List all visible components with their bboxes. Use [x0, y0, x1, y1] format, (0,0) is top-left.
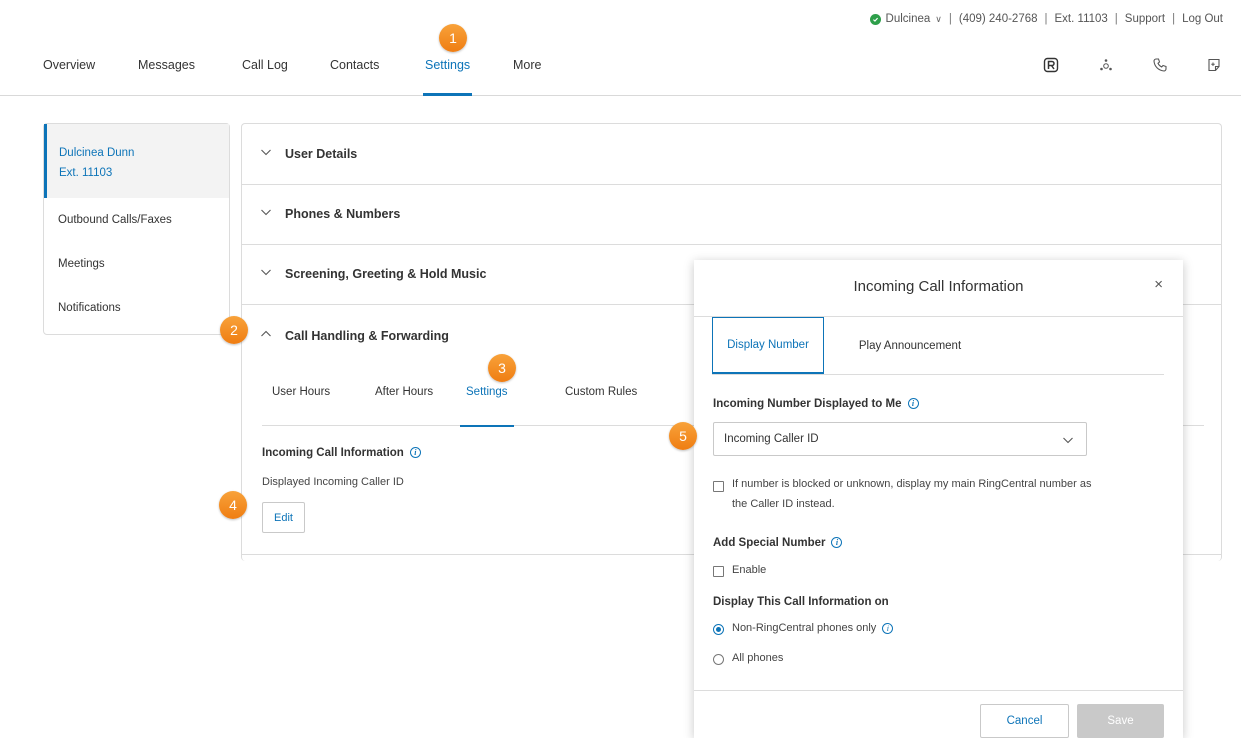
annotation-badge-3: 3 [488, 354, 516, 382]
info-icon[interactable]: i [907, 398, 919, 410]
tab-after-hours[interactable]: After Hours [375, 386, 433, 426]
save-button[interactable]: Save [1077, 704, 1164, 738]
tab-settings[interactable]: Settings [460, 386, 514, 427]
cancel-button[interactable]: Cancel [980, 704, 1069, 738]
separator: | [1114, 13, 1118, 25]
sidebar-item-outbound-calls[interactable]: Outbound Calls/Faxes [44, 198, 229, 242]
chevron-down-icon [261, 269, 271, 276]
enable-label: Enable [732, 564, 767, 576]
annotation-badge-2: 2 [220, 316, 248, 344]
tab-display-number[interactable]: Display Number [712, 317, 824, 374]
sidebar-item-user[interactable]: Dulcinea Dunn Ext. 11103 [44, 124, 229, 198]
sidebar-user-ext: Ext. 11103 [59, 167, 113, 179]
integrations-icon[interactable] [1098, 57, 1114, 73]
radio-non-ringcentral-text: Non-RingCentral phones only [732, 622, 877, 634]
info-icon[interactable]: i [409, 447, 421, 459]
extension: Ext. 11103 [1054, 13, 1108, 25]
separator: | [1172, 13, 1176, 25]
nav-overview[interactable]: Overview [43, 58, 95, 94]
user-name: Dulcinea [885, 13, 931, 25]
ringcentral-app-icon[interactable] [1043, 57, 1059, 73]
nav-settings[interactable]: Settings [422, 58, 473, 96]
info-icon[interactable]: i [831, 537, 843, 549]
modal-title: Incoming Call Information [853, 278, 1024, 295]
incoming-number-label: Incoming Number Displayed to Me [713, 398, 902, 410]
nav-more[interactable]: More [513, 58, 541, 94]
logout-link[interactable]: Log Out [1182, 13, 1223, 25]
edit-button[interactable]: Edit [262, 502, 305, 533]
main-nav: Overview Messages Call Log Contacts Sett… [0, 48, 1241, 96]
blocked-number-checkbox[interactable] [713, 481, 724, 492]
incoming-number-select[interactable]: Incoming Caller ID [713, 422, 1087, 456]
section-title: Screening, Greeting & Hold Music [285, 267, 487, 281]
separator: | [1044, 13, 1048, 25]
status-check-icon [869, 13, 881, 25]
user-menu[interactable]: Dulcinea ∨ [886, 13, 942, 25]
chevron-down-icon [261, 149, 271, 156]
blocked-number-text-line-2: the Caller ID instead. [732, 498, 835, 510]
select-value: Incoming Caller ID [724, 433, 819, 445]
radio-all-phones-label: All phones [732, 652, 784, 664]
divider [712, 374, 1164, 375]
incoming-call-info-label: Incoming Call Information [262, 447, 404, 459]
tab-custom-rules[interactable]: Custom Rules [565, 386, 637, 426]
divider [694, 690, 1183, 691]
display-on-label: Display This Call Information on [713, 596, 889, 608]
nav-contacts[interactable]: Contacts [330, 58, 379, 94]
radio-non-ringcentral[interactable] [713, 624, 724, 635]
section-phones-numbers[interactable]: Phones & Numbers [242, 184, 1221, 245]
tab-play-announcement[interactable]: Play Announcement [840, 317, 980, 374]
section-title: User Details [285, 147, 358, 161]
incoming-call-info-value: Displayed Incoming Caller ID [262, 476, 404, 488]
nav-messages[interactable]: Messages [138, 58, 195, 94]
incoming-number-heading: Incoming Number Displayed to Me i [713, 398, 919, 410]
section-title: Phones & Numbers [285, 207, 401, 221]
annotation-badge-5: 5 [669, 422, 697, 450]
tab-user-hours[interactable]: User Hours [272, 386, 330, 426]
info-icon[interactable]: i [882, 622, 894, 634]
chevron-down-icon [261, 209, 271, 216]
special-number-heading: Add Special Number i [713, 537, 843, 549]
blocked-number-text-line-1: If number is blocked or unknown, display… [732, 478, 1092, 490]
utility-bar: Dulcinea ∨ | (409) 240-2768 | Ext. 11103 … [869, 13, 1223, 25]
separator: | [948, 13, 952, 25]
nav-call-log[interactable]: Call Log [242, 58, 288, 94]
radio-non-ringcentral-label: Non-RingCentral phones only i [732, 619, 894, 638]
notepad-icon[interactable] [1206, 57, 1222, 73]
annotation-badge-4: 4 [219, 491, 247, 519]
close-icon[interactable]: × [1154, 276, 1163, 293]
chevron-up-icon [261, 330, 271, 337]
phone-icon[interactable] [1152, 57, 1168, 73]
chevron-down-icon: ∨ [935, 14, 942, 24]
incoming-call-info-heading: Incoming Call Information i [262, 447, 421, 459]
incoming-call-info-modal: Incoming Call Information × Display Numb… [694, 260, 1183, 738]
section-title: Call Handling & Forwarding [285, 329, 449, 343]
sidebar-item-meetings[interactable]: Meetings [44, 242, 229, 286]
annotation-badge-1: 1 [439, 24, 467, 52]
chevron-down-icon [1063, 437, 1073, 444]
special-number-label: Add Special Number [713, 537, 826, 549]
section-user-details[interactable]: User Details [242, 124, 1221, 185]
sidebar-item-notifications[interactable]: Notifications [44, 286, 229, 330]
radio-all-phones[interactable] [713, 654, 724, 665]
sidebar-user-name: Dulcinea Dunn [59, 147, 135, 159]
enable-checkbox[interactable] [713, 566, 724, 577]
settings-sidebar: Dulcinea Dunn Ext. 11103 Outbound Calls/… [43, 123, 230, 335]
phone-number: (409) 240-2768 [958, 13, 1038, 25]
support-link[interactable]: Support [1125, 13, 1165, 25]
